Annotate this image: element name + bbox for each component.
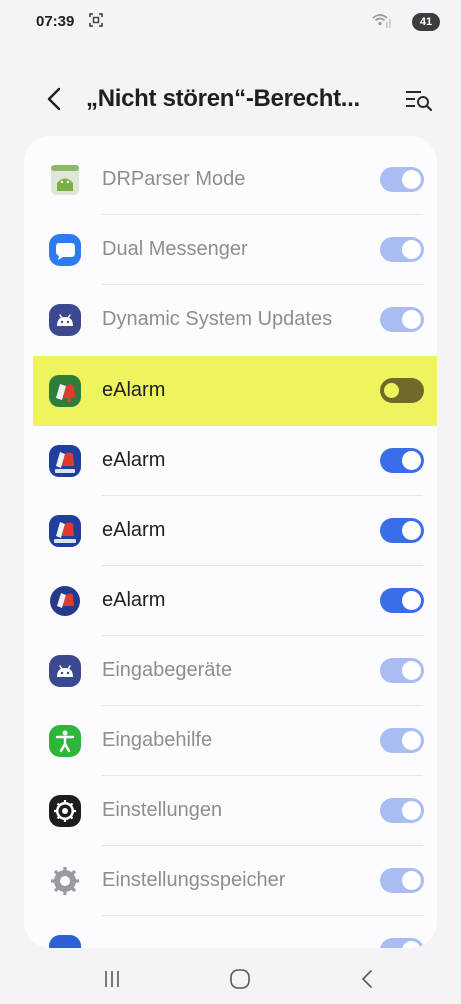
page-title: „Nicht stören“-Berecht... [86,85,360,112]
list-item[interactable]: DRParser Mode [24,145,437,215]
list-item[interactable]: eAlarm [24,566,437,636]
system-navigation-bar [0,955,461,1004]
permission-toggle[interactable] [380,938,424,948]
list-item-partial[interactable] [24,916,437,948]
list-item[interactable]: Dynamic System Updates [24,285,437,355]
list-item[interactable]: Eingabegeräte [24,636,437,706]
permission-toggle[interactable] [380,798,424,823]
drparser-icon [51,165,79,195]
android-icon [49,655,81,687]
ealarm-icon [49,445,81,477]
recent-apps-icon[interactable] [100,967,124,991]
permission-toggle[interactable] [380,658,424,683]
settings-gear-icon [49,795,81,827]
wifi-signal-icon [372,14,391,28]
list-item-highlighted[interactable]: eAlarm [33,356,437,426]
list-item[interactable]: eAlarm [24,426,437,496]
back-arrow-icon[interactable] [40,82,70,116]
app-permission-list: DRParser Mode Dual Messenger Dynamic Sys… [24,136,437,948]
screenshot-icon [89,13,103,27]
ealarm-icon [49,375,81,407]
settings-storage-icon [51,867,79,895]
app-name: eAlarm [102,449,166,471]
ealarm-round-icon [50,586,80,616]
status-time: 07:39 [36,13,75,30]
app-name: eAlarm [102,379,166,401]
app-name: Dual Messenger [102,238,248,260]
permission-toggle[interactable] [380,728,424,753]
permission-toggle[interactable] [380,518,424,543]
permission-toggle[interactable] [380,588,424,613]
list-item[interactable]: Einstellungsspeicher [24,846,437,916]
android-icon [49,304,81,336]
battery-indicator: 41 [412,13,440,31]
permission-toggle[interactable] [380,167,424,192]
app-header: „Nicht stören“-Berecht... [0,70,461,126]
permission-toggle[interactable] [380,868,424,893]
permission-toggle[interactable] [380,448,424,473]
list-item[interactable]: Dual Messenger [24,215,437,285]
app-name: Eingabegeräte [102,659,233,681]
accessibility-icon [49,725,81,757]
app-icon-partial [49,935,81,948]
list-item[interactable]: eAlarm [24,496,437,566]
app-name: eAlarm [102,519,166,541]
app-name: eAlarm [102,589,166,611]
permission-toggle[interactable] [380,237,424,262]
status-bar: 07:39 41 [0,0,461,44]
app-name: Einstellungen [102,799,223,821]
list-item[interactable]: Einstellungen [24,776,437,846]
app-name: Einstellungsspeicher [102,869,286,891]
ealarm-connect-icon [49,515,81,547]
nav-back-icon[interactable] [356,967,380,991]
list-item[interactable]: Eingabehilfe [24,706,437,776]
permission-toggle[interactable] [380,307,424,332]
app-name: DRParser Mode [102,168,246,190]
permission-toggle[interactable] [380,378,424,403]
home-icon[interactable] [228,967,252,991]
dual-messenger-icon [49,234,81,266]
search-list-icon[interactable] [403,87,435,113]
app-name: Eingabehilfe [102,729,213,751]
app-name: Dynamic System Updates [102,308,333,330]
